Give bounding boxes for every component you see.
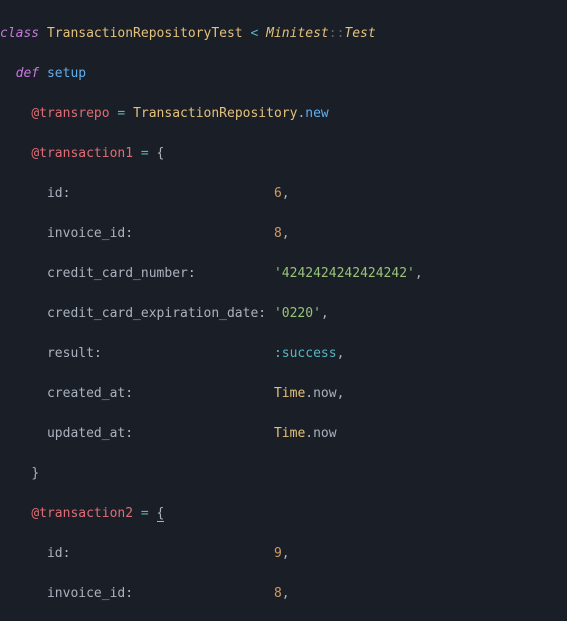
method-new: new (305, 106, 328, 121)
code-line: } (0, 464, 567, 484)
method-name: setup (47, 66, 86, 81)
code-line: credit_card_number: '4242424242424242', (0, 264, 567, 284)
keyword-def: def (16, 66, 39, 81)
code-line: id: 9, (0, 544, 567, 564)
key-updated-at: updated_at (47, 426, 125, 441)
brace-with-caret: { (157, 506, 165, 522)
code-line: invoice_id: 8, (0, 584, 567, 604)
ivar-transaction2: @transaction2 (31, 506, 133, 521)
key-id: id (47, 546, 63, 561)
operator-lt: < (250, 26, 258, 41)
code-line: updated_at: Time.now (0, 424, 567, 444)
code-line: created_at: Time.now, (0, 384, 567, 404)
value-num: 6 (274, 186, 282, 201)
code-line: @transrepo = TransactionRepository.new (0, 104, 567, 124)
value-num: 8 (274, 586, 282, 601)
class-time: Time (274, 426, 305, 441)
class-time: Time (274, 386, 305, 401)
value-str: 4242424242424242 (282, 266, 407, 281)
value-str: 0220 (282, 306, 313, 321)
value-num: 9 (274, 546, 282, 561)
code-editor[interactable]: class TransactionRepositoryTest < Minite… (0, 0, 567, 621)
value-num: 8 (274, 226, 282, 241)
code-line: @transaction2 = { (0, 504, 567, 524)
class-name: TransactionRepository (133, 106, 297, 121)
key-id: id (47, 186, 63, 201)
key-ccn: credit_card_number (47, 266, 188, 281)
code-line: id: 6, (0, 184, 567, 204)
value-sym: :success (274, 346, 337, 361)
class-name: TransactionRepositoryTest (47, 26, 243, 41)
code-line: result: :success, (0, 344, 567, 364)
key-created-at: created_at (47, 386, 125, 401)
code-line: class TransactionRepositoryTest < Minite… (0, 24, 567, 44)
keyword-class: class (0, 26, 39, 41)
method-now: now (313, 426, 336, 441)
method-now: now (313, 386, 336, 401)
code-line: @transaction1 = { (0, 144, 567, 164)
code-line: def setup (0, 64, 567, 84)
key-cced: credit_card_expiration_date (47, 306, 258, 321)
ivar-transrepo: @transrepo (31, 106, 109, 121)
code-line: credit_card_expiration_date: '0220', (0, 304, 567, 324)
key-invoice-id: invoice_id (47, 586, 125, 601)
module-name: Minitest (266, 26, 329, 41)
key-result: result (47, 346, 94, 361)
ivar-transaction1: @transaction1 (31, 146, 133, 161)
class-name: Test (344, 26, 375, 41)
scope-op: :: (329, 26, 345, 41)
code-line: invoice_id: 8, (0, 224, 567, 244)
key-invoice-id: invoice_id (47, 226, 125, 241)
